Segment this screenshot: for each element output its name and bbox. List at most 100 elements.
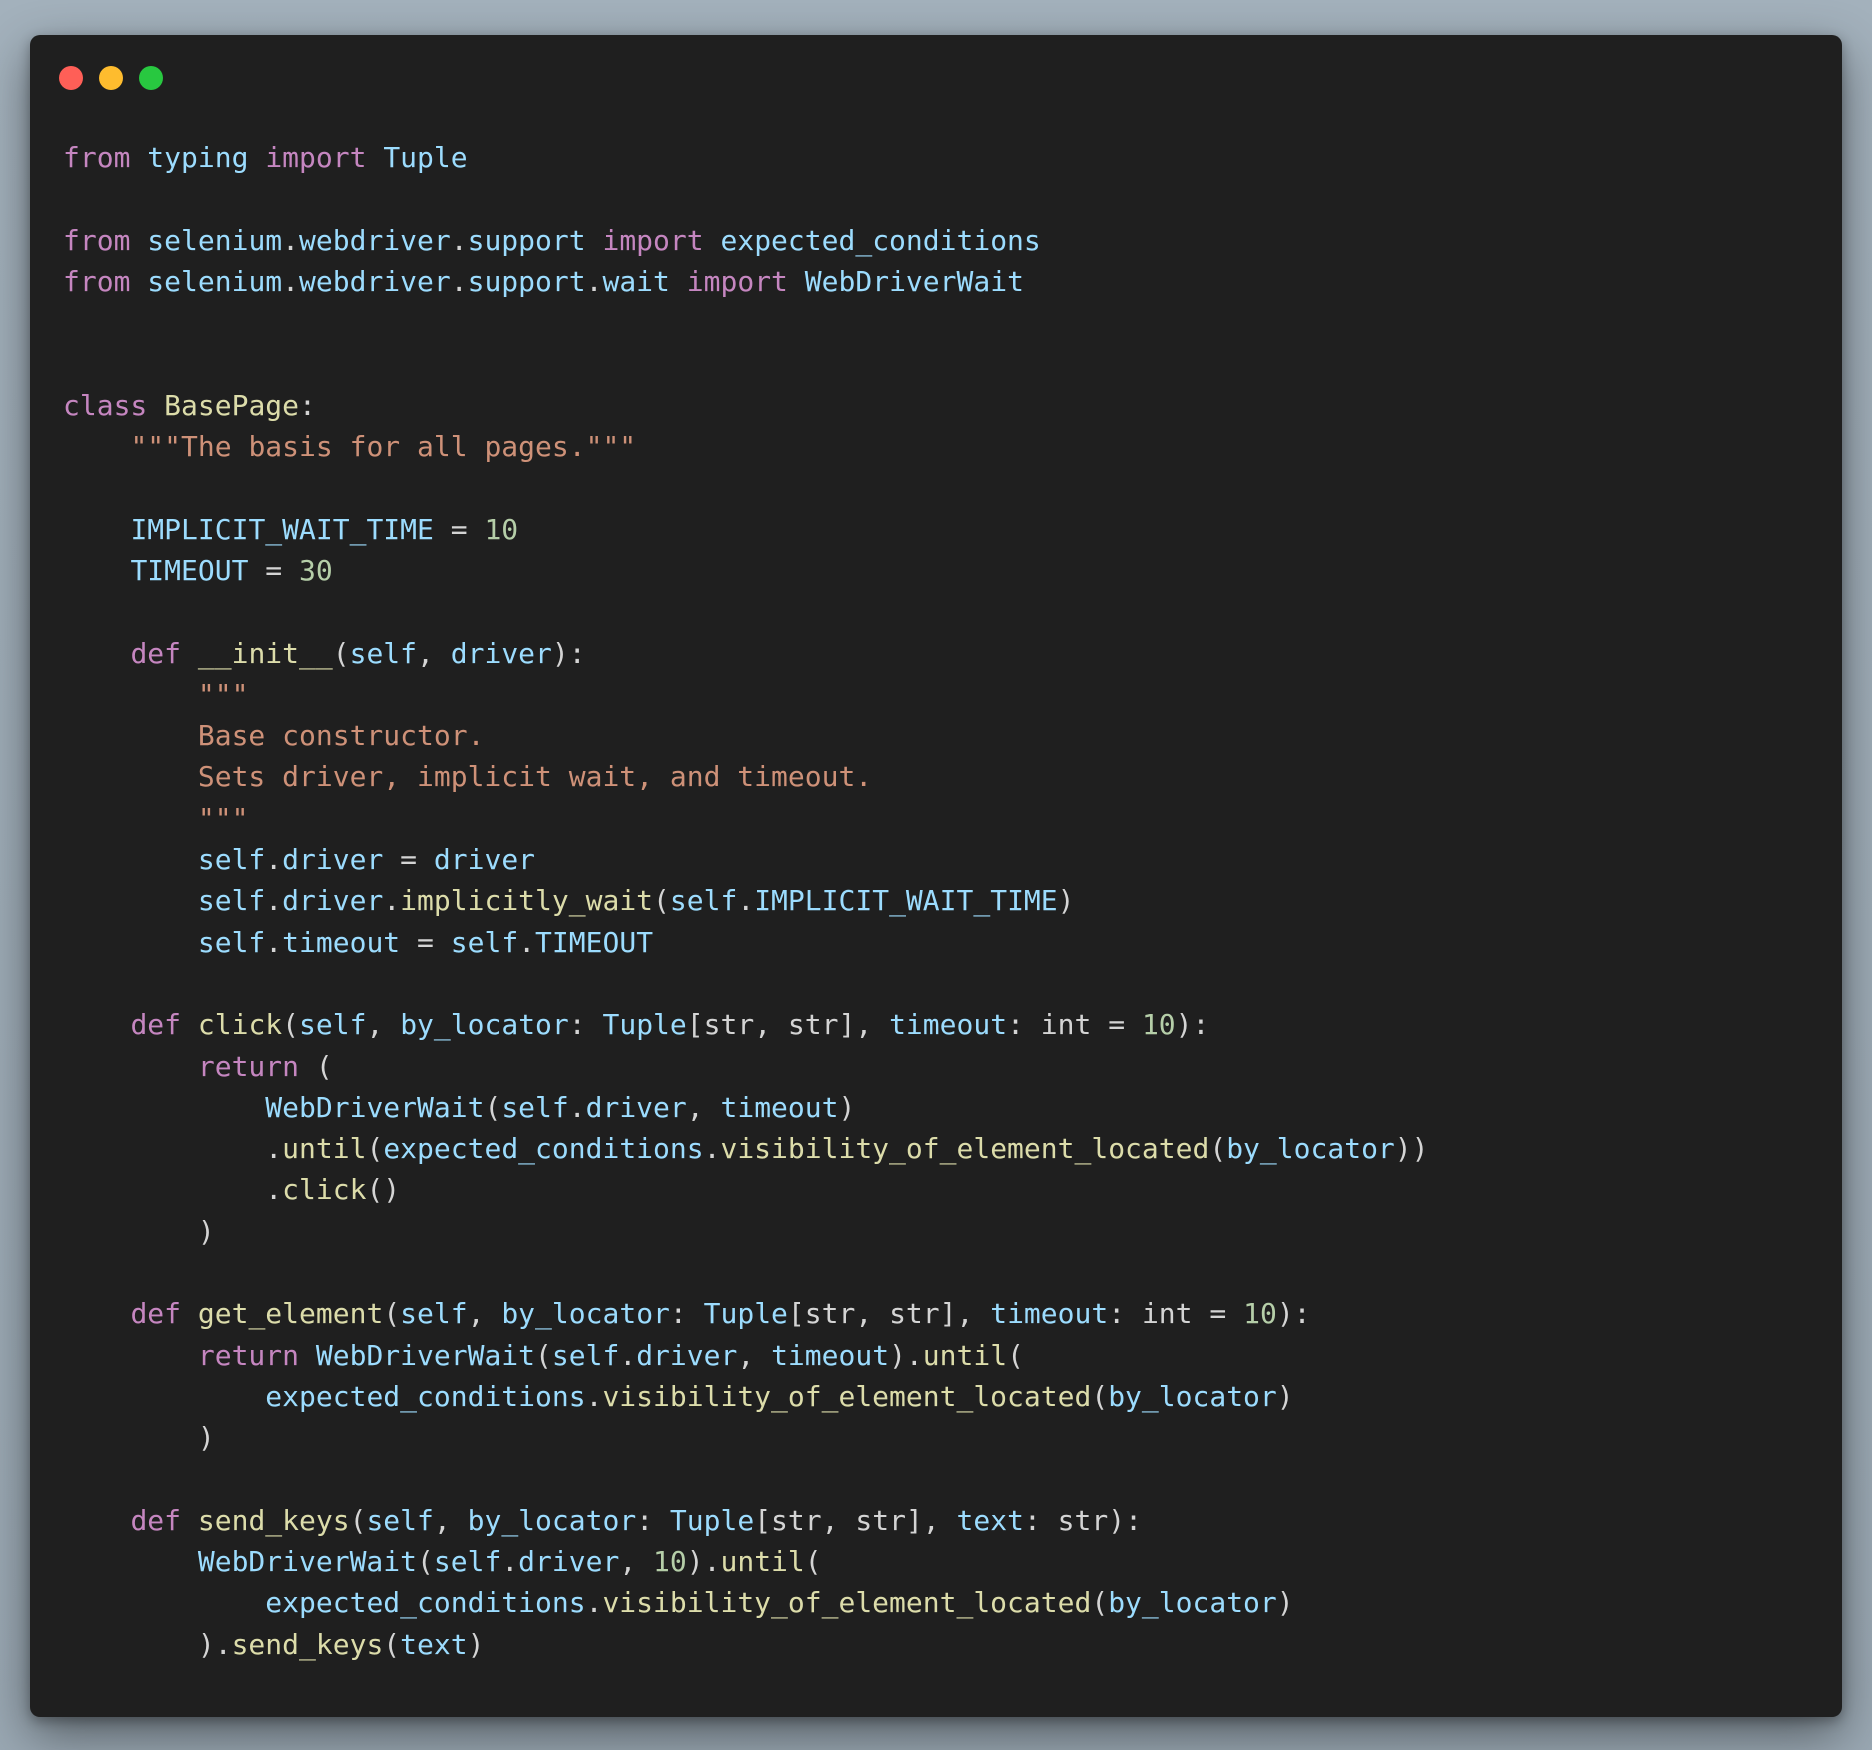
code-token-variable: WebDriverWait (315, 1338, 536, 1372)
code-token-variable: text (956, 1503, 1024, 1537)
code-token-number: 10 (653, 1545, 687, 1579)
code-token-string: """ (197, 677, 249, 711)
code-token-plain: . (450, 264, 468, 298)
code-token-keyword: from (63, 264, 131, 298)
code-line: from selenium.webdriver.support.wait imp… (63, 261, 1429, 302)
code-token-plain: . (585, 1379, 603, 1413)
code-token-keyword: def (130, 636, 182, 670)
code-token-plain: ( (484, 1090, 502, 1124)
code-token-variable: WebDriverWait (197, 1545, 418, 1579)
code-token-variable: timeout (720, 1090, 839, 1124)
code-token-plain: : (669, 1297, 704, 1331)
code-token-function: BasePage (164, 388, 300, 422)
code-line: self.driver.implicitly_wait(self.IMPLICI… (63, 880, 1429, 921)
code-line: Base constructor. (63, 715, 1429, 756)
code-token-variable: WebDriverWait (265, 1090, 485, 1124)
minimize-dot-icon[interactable] (99, 66, 123, 90)
code-line: def click(self, by_locator: Tuple[str, s… (63, 1004, 1429, 1045)
code-token-variable: driver (636, 1338, 738, 1372)
code-line: """The basis for all pages.""" (63, 426, 1429, 467)
code-token-variable: self (433, 1545, 502, 1579)
code-window: from typing import Tuple​from selenium.w… (30, 35, 1842, 1717)
code-token-plain: ): (551, 636, 586, 670)
code-token-variable: wait (602, 264, 670, 298)
code-line: TIMEOUT = 30 (63, 550, 1429, 591)
code-token-plain: . (282, 223, 300, 257)
code-token-string: Sets driver, implicit wait, and timeout. (197, 760, 873, 794)
code-line: """ (63, 674, 1429, 715)
code-token-plain: . (737, 884, 755, 918)
code-block: from typing import Tuple​from selenium.w… (63, 137, 1429, 1665)
code-token-function: click (282, 1173, 367, 1207)
code-token-plain: ( (383, 1297, 401, 1331)
code-token-plain: ) (1057, 884, 1075, 918)
code-line: expected_conditions.visibility_of_elemen… (63, 1582, 1429, 1623)
code-token-variable: by_locator (1108, 1379, 1277, 1413)
code-token-variable: webdriver (299, 264, 451, 298)
code-line: ​ (63, 963, 1429, 1004)
code-token-variable: self (197, 925, 266, 959)
code-token-variable: webdriver (299, 223, 451, 257)
code-token-plain: ( (349, 1503, 367, 1537)
code-token-plain: . (265, 884, 283, 918)
code-token-variable: by_locator (501, 1297, 670, 1331)
code-token-plain: : (568, 1008, 603, 1042)
code-token-function: implicitly_wait (400, 884, 654, 918)
code-token-variable: expected_conditions (265, 1379, 586, 1413)
code-line: return ( (63, 1046, 1429, 1087)
code-line: return WebDriverWait(self.driver, timeou… (63, 1335, 1429, 1376)
code-token-plain: . (265, 843, 283, 877)
code-token-variable: Tuple (669, 1503, 755, 1537)
code-line: self.driver = driver (63, 839, 1429, 880)
code-token-plain: . (63, 1173, 283, 1207)
maximize-dot-icon[interactable] (139, 66, 163, 90)
code-token-function: send_keys (197, 1503, 350, 1537)
code-token-plain: . (265, 925, 283, 959)
code-token-number: 10 (1243, 1297, 1277, 1331)
code-token-function: until (720, 1545, 805, 1579)
code-token-plain: ( (535, 1338, 552, 1372)
code-token-variable: typing (147, 141, 249, 174)
code-token-variable: WebDriverWait (804, 264, 1024, 298)
code-token-plain: . (568, 1090, 586, 1124)
code-token-plain: . (703, 1132, 721, 1166)
code-token-plain: , (417, 636, 451, 670)
code-token-variable: timeout (889, 1008, 1008, 1042)
code-line: from typing import Tuple (63, 137, 1429, 178)
code-token-plain: ( (299, 1049, 333, 1083)
code-token-variable: selenium (147, 223, 283, 257)
code-token-variable: expected_conditions (265, 1586, 586, 1620)
code-token-keyword: def (130, 1503, 182, 1537)
code-token-variable: by_locator (467, 1503, 637, 1537)
code-token-keyword: def (130, 1297, 182, 1331)
code-token-variable: self (197, 884, 266, 918)
code-token-plain: . (383, 884, 401, 918)
code-token-plain: ) (467, 1627, 485, 1661)
code-line: ​ (63, 343, 1429, 384)
close-dot-icon[interactable] (59, 66, 83, 90)
code-token-function: visibility_of_element_located (602, 1586, 1092, 1620)
code-token-plain: . (585, 1586, 603, 1620)
code-token-keyword: import (265, 141, 367, 174)
code-token-variable: selenium (147, 264, 283, 298)
code-token-plain: ). (63, 1627, 232, 1661)
code-line: """ (63, 798, 1429, 839)
code-token-plain: ( (366, 1132, 384, 1166)
